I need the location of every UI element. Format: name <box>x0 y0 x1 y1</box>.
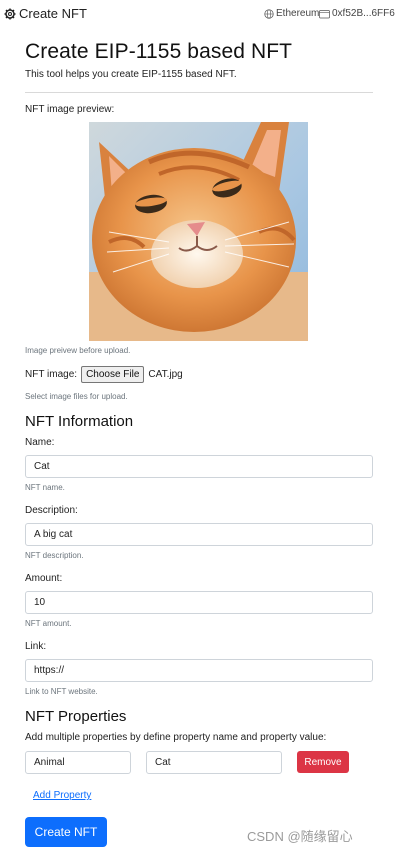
file-input-row: NFT image: Choose File CAT.jpg <box>25 366 183 383</box>
amount-input[interactable]: 10 <box>25 591 373 614</box>
cat-image <box>89 122 308 341</box>
info-heading: NFT Information <box>25 413 134 430</box>
name-input[interactable]: Cat <box>25 455 373 478</box>
network-name: Ethereum <box>276 8 320 19</box>
divider <box>25 92 373 93</box>
gear-icon <box>4 8 16 19</box>
name-label: Name: <box>25 437 55 448</box>
remove-property-button[interactable]: Remove <box>297 751 349 773</box>
page-subtitle: This tool helps you create EIP-1155 base… <box>25 69 237 80</box>
globe-icon <box>264 8 274 19</box>
file-input-help: Select image files for upload. <box>25 392 128 401</box>
account-address: 0xf52B...6FF6 <box>332 8 395 19</box>
nft-image-preview <box>89 122 308 341</box>
amount-label: Amount: <box>25 573 63 584</box>
link-label: Link: <box>25 641 47 652</box>
image-preview-help: Image preivew before upload. <box>25 346 131 355</box>
wallet-icon <box>319 9 330 18</box>
name-help: NFT name. <box>25 483 65 492</box>
watermark: CSDN @随缘留心 <box>247 829 353 844</box>
property-name-input[interactable]: Animal <box>25 751 131 774</box>
top-bar: Create NFT Ethereum 0xf52B...6FF6 <box>0 0 400 30</box>
create-nft-button[interactable]: Create NFT <box>25 817 107 847</box>
account-indicator[interactable]: 0xf52B...6FF6 <box>319 8 395 19</box>
selected-file-name: CAT.jpg <box>148 369 183 380</box>
amount-help: NFT amount. <box>25 619 72 628</box>
add-property-link[interactable]: Add Property <box>33 790 91 801</box>
network-indicator[interactable]: Ethereum <box>264 8 319 19</box>
file-input-label: NFT image: <box>25 369 78 380</box>
image-preview-label: NFT image preview: <box>25 104 115 115</box>
app-brand[interactable]: Create NFT <box>4 6 87 21</box>
page-title: Create EIP-1155 based NFT <box>25 40 293 63</box>
properties-instructions: Add multiple properties by define proper… <box>25 732 327 743</box>
properties-heading: NFT Properties <box>25 708 127 725</box>
choose-file-button[interactable]: Choose File <box>81 366 145 383</box>
link-help: Link to NFT website. <box>25 687 98 696</box>
description-label: Description: <box>25 505 78 516</box>
property-value-input[interactable]: Cat <box>146 751 282 774</box>
app-name: Create NFT <box>19 6 87 21</box>
description-input[interactable]: A big cat <box>25 523 373 546</box>
description-help: NFT description. <box>25 551 84 560</box>
link-input[interactable]: https:// <box>25 659 373 682</box>
